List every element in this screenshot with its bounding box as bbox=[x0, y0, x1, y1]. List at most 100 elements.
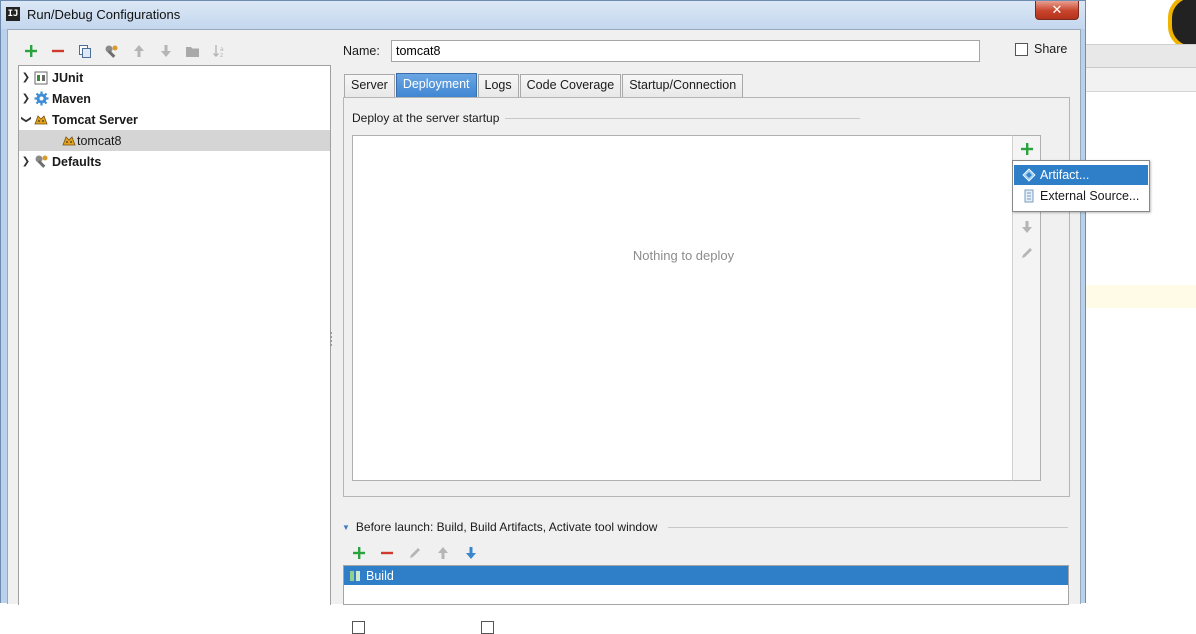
move-down-icon bbox=[465, 547, 476, 559]
pencil-icon bbox=[1022, 248, 1032, 258]
move-down-button[interactable] bbox=[153, 40, 178, 62]
intellij-app-icon: IJ bbox=[6, 7, 20, 21]
before-launch-title: Before launch: Build, Build Artifacts, A… bbox=[355, 520, 658, 534]
tree-item-label: tomcat8 bbox=[77, 133, 122, 148]
tree-item-label: JUnit bbox=[52, 70, 84, 85]
expand-arrow-icon[interactable]: ❯ bbox=[19, 93, 33, 104]
add-deploy-popup-menu: Artifact... External Source... bbox=[1012, 160, 1150, 212]
tree-item-junit[interactable]: ❯ JUnit bbox=[19, 67, 330, 88]
tab-code-coverage[interactable]: Code Coverage bbox=[519, 74, 622, 97]
defaults-wrench-icon bbox=[33, 154, 49, 170]
menu-item-label: Artifact... bbox=[1040, 168, 1090, 182]
before-launch-header[interactable]: ▼ Before launch: Build, Build Artifacts,… bbox=[342, 520, 657, 534]
background-toolbar bbox=[1086, 44, 1196, 68]
menu-item-label: External Source... bbox=[1040, 189, 1140, 203]
before-launch-divider bbox=[668, 527, 1068, 528]
close-button[interactable]: ✕ bbox=[1035, 1, 1079, 20]
before-launch-edit-button[interactable] bbox=[402, 542, 427, 564]
edit-defaults-button[interactable] bbox=[99, 40, 124, 62]
menu-item-artifact[interactable]: Artifact... bbox=[1014, 165, 1148, 185]
run-debug-dialog: IJ Run/Debug Configurations ✕ a z ❯ JUni… bbox=[0, 0, 1150, 634]
before-launch-list: Build bbox=[343, 565, 1069, 605]
deploy-empty-text: Nothing to deploy bbox=[632, 248, 735, 263]
name-input[interactable] bbox=[391, 40, 980, 62]
deploy-edit-button[interactable] bbox=[1018, 244, 1036, 262]
menu-item-external-source[interactable]: External Source... bbox=[1014, 186, 1148, 206]
bottom-options-row-cut-off bbox=[352, 621, 494, 634]
tree-item-label: Tomcat Server bbox=[52, 112, 138, 127]
tree-item-label: Defaults bbox=[52, 154, 102, 169]
tab-startup-connection[interactable]: Startup/Connection bbox=[622, 74, 744, 97]
before-launch-move-up-button[interactable] bbox=[430, 542, 455, 564]
tab-server[interactable]: Server bbox=[344, 74, 395, 97]
group-divider bbox=[494, 118, 860, 119]
deploy-list[interactable]: Nothing to deploy bbox=[352, 135, 1013, 481]
before-launch-item-build[interactable]: Build bbox=[344, 566, 1068, 585]
collapse-triangle-icon[interactable]: ▼ bbox=[342, 523, 350, 532]
background-tab-strip bbox=[1086, 68, 1196, 92]
add-icon bbox=[24, 45, 37, 57]
background-ide-window bbox=[1086, 0, 1196, 603]
folder-button[interactable] bbox=[180, 40, 205, 62]
artifact-icon bbox=[1022, 168, 1036, 182]
expand-arrow-icon[interactable]: ❯ bbox=[19, 156, 33, 167]
configuration-tree: ❯ JUnit ❯ Maven ❯ Tomcat Server tomcat8 … bbox=[18, 65, 331, 605]
junit-icon bbox=[33, 70, 49, 86]
tree-item-tomcat8[interactable]: tomcat8 bbox=[19, 130, 330, 151]
add-button[interactable] bbox=[18, 40, 43, 62]
before-launch-add-button[interactable] bbox=[346, 542, 371, 564]
svg-text:z: z bbox=[220, 52, 223, 58]
build-icon bbox=[350, 570, 360, 581]
move-up-icon bbox=[437, 547, 448, 559]
tomcat-icon bbox=[33, 112, 49, 128]
tree-item-maven[interactable]: ❯ Maven bbox=[19, 88, 330, 109]
remove-icon bbox=[51, 49, 64, 53]
sort-icon: az bbox=[213, 45, 224, 58]
deploy-move-down-button[interactable] bbox=[1018, 218, 1036, 236]
tree-item-defaults[interactable]: ❯ Defaults bbox=[19, 151, 330, 172]
tomcat-icon bbox=[61, 133, 77, 149]
before-launch-item-label: Build bbox=[366, 568, 394, 583]
window-title: Run/Debug Configurations bbox=[27, 7, 181, 22]
pencil-icon bbox=[409, 548, 420, 558]
expand-arrow-icon[interactable]: ❯ bbox=[19, 72, 33, 83]
before-launch-remove-button[interactable] bbox=[374, 542, 399, 564]
deployment-panel: Deploy at the server startup Nothing to … bbox=[343, 97, 1070, 497]
collapse-arrow-icon[interactable]: ❯ bbox=[21, 113, 32, 127]
deploy-group-title: Deploy at the server startup bbox=[352, 111, 506, 125]
copy-icon bbox=[78, 45, 91, 58]
tree-item-label: Maven bbox=[52, 91, 91, 106]
move-up-icon bbox=[133, 45, 144, 57]
activate-tool-window-checkbox[interactable] bbox=[481, 621, 494, 634]
dialog-content: az ❯ JUnit ❯ Maven ❯ Tomcat Server tomca… bbox=[7, 29, 1150, 634]
tab-deployment[interactable]: Deployment bbox=[395, 73, 477, 97]
add-icon bbox=[352, 547, 365, 559]
splitter-handle[interactable] bbox=[330, 330, 333, 352]
remove-icon bbox=[380, 551, 393, 555]
folder-icon bbox=[186, 46, 199, 57]
title-bar[interactable]: IJ Run/Debug Configurations ✕ bbox=[1, 1, 1085, 29]
sort-button[interactable]: az bbox=[207, 40, 232, 62]
move-up-button[interactable] bbox=[126, 40, 151, 62]
external-source-icon bbox=[1024, 189, 1034, 203]
tree-item-tomcat-server[interactable]: ❯ Tomcat Server bbox=[19, 109, 330, 130]
tab-logs[interactable]: Logs bbox=[477, 74, 519, 97]
before-launch-move-down-button[interactable] bbox=[458, 542, 483, 564]
share-checkbox[interactable] bbox=[1015, 42, 1028, 56]
before-launch-toolbar bbox=[346, 542, 483, 564]
remove-button[interactable] bbox=[45, 40, 70, 62]
background-highlight-line bbox=[1086, 285, 1196, 308]
add-icon bbox=[1021, 143, 1033, 155]
wrench-icon bbox=[105, 45, 118, 58]
config-toolbar: az bbox=[18, 40, 232, 62]
maven-gear-icon bbox=[33, 91, 49, 107]
move-down-icon bbox=[1022, 221, 1032, 233]
name-label: Name: bbox=[343, 44, 380, 58]
share-checkbox-row[interactable]: Share bbox=[1015, 42, 1067, 56]
move-down-icon bbox=[160, 45, 171, 57]
background-logo bbox=[1168, 0, 1196, 50]
share-label: Share bbox=[1034, 42, 1068, 56]
deploy-add-button[interactable] bbox=[1018, 140, 1036, 158]
copy-button[interactable] bbox=[72, 40, 97, 62]
show-page-checkbox[interactable] bbox=[352, 621, 365, 634]
